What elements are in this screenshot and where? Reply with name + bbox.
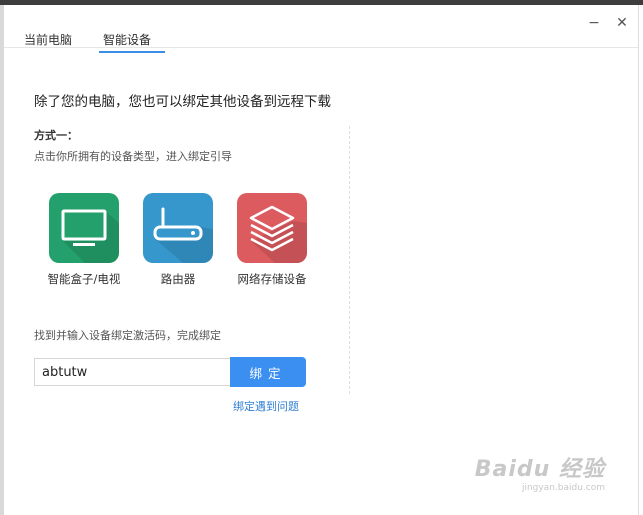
watermark-main: Baidu 经验 xyxy=(474,457,605,482)
vertical-divider xyxy=(349,126,350,394)
router-icon xyxy=(143,193,213,263)
device-tv-box[interactable]: 智能盒子/电视 xyxy=(39,193,129,287)
tab-current-computer[interactable]: 当前电脑 xyxy=(24,31,72,48)
method-title: 方式一： xyxy=(34,129,78,142)
dialog-titlebar: 当前电脑 智能设备 − ✕ xyxy=(4,5,638,53)
page-headline: 除了您的电脑，您也可以绑定其他设备到远程下载 xyxy=(34,94,331,110)
storage-stack-icon xyxy=(237,193,307,263)
bind-button[interactable]: 绑定 xyxy=(230,357,306,387)
device-label: 路由器 xyxy=(160,272,196,286)
tab-smart-devices[interactable]: 智能设备 xyxy=(98,31,166,53)
activation-instruction: 找到并输入设备绑定激活码，完成绑定 xyxy=(34,329,221,342)
baidu-jingyan-watermark: Baidu 经验 jingyan.baidu.com xyxy=(465,451,605,493)
device-label: 智能盒子/电视 xyxy=(47,272,121,286)
device-label: 网络存储设备 xyxy=(237,272,307,286)
bind-help-link[interactable]: 绑定遇到问题 xyxy=(233,398,299,414)
method-description: 点击你所拥有的设备类型，进入绑定引导 xyxy=(34,150,232,163)
close-button[interactable]: ✕ xyxy=(614,15,630,31)
bind-device-dialog: 当前电脑 智能设备 − ✕ 除了您的电脑，您也可以绑定其他设备到远程下载 方式一… xyxy=(4,5,639,515)
minimize-button[interactable]: − xyxy=(586,15,602,31)
device-router[interactable]: 路由器 xyxy=(133,193,223,287)
activation-code-input[interactable] xyxy=(34,358,230,386)
tv-icon xyxy=(49,193,119,263)
device-network-storage[interactable]: 网络存储设备 xyxy=(227,193,317,287)
watermark-sub: jingyan.baidu.com xyxy=(521,483,605,493)
dialog-content: 除了您的电脑，您也可以绑定其他设备到远程下载 方式一： 点击你所拥有的设备类型，… xyxy=(4,48,638,515)
